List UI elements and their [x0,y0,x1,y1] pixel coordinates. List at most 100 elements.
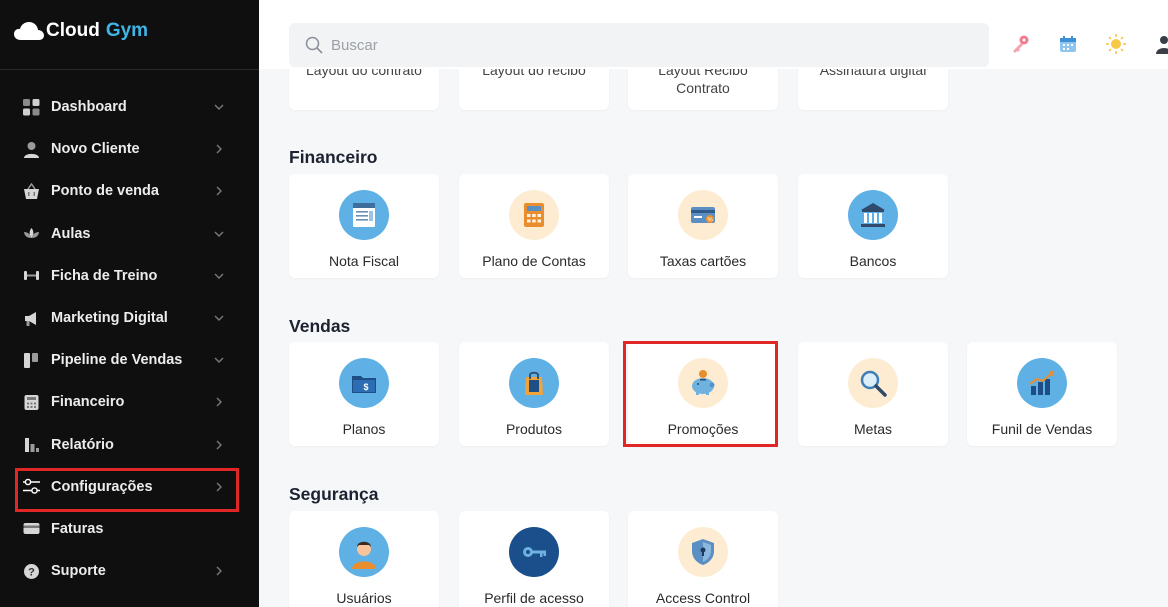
chevron-right-icon [216,482,222,492]
card-label: Produtos [505,421,563,437]
sidebar-nav: Dashboard Novo Cliente Ponto de venda Au… [0,86,259,592]
key-icon[interactable] [1009,33,1031,55]
user-profile-icon[interactable] [1153,33,1168,55]
card-usuarios[interactable]: Usuários [289,511,439,607]
sidebar: Cloud Gym Dashboard Novo Cliente Ponto d… [0,0,259,607]
card-plano-de-contas[interactable]: Plano de Contas [459,174,609,278]
app-logo[interactable]: Cloud Gym [14,20,148,42]
card-taxas-cartoes[interactable]: % Taxas cartões [628,174,778,278]
chevron-down-icon [214,231,224,237]
card-nota-fiscal[interactable]: Nota Fiscal [289,174,439,278]
sliders-icon [22,478,40,496]
card-access-control[interactable]: Access Control [628,511,778,607]
search-bar[interactable] [289,23,989,67]
sidebar-item-configuracoes[interactable]: Configurações [0,466,259,512]
user-icon [22,140,40,158]
calculator-icon [22,393,40,411]
card-fees-icon: % [678,190,728,240]
sidebar-item-label: Novo Cliente [51,141,140,158]
card-planos[interactable]: $ Planos [289,342,439,446]
card-label: Nota Fiscal [328,253,400,269]
svg-text:?: ? [28,566,35,578]
section-title-seguranca: Segurança [289,484,379,504]
section-title-vendas: Vendas [289,316,351,336]
shopping-bag-icon [509,358,559,408]
cloud-icon [14,22,44,40]
card-perfil-de-acesso[interactable]: Perfil de acesso [459,511,609,607]
calendar-icon[interactable] [1057,33,1079,55]
megaphone-icon [22,309,40,327]
sidebar-item-dashboard[interactable]: Dashboard [0,86,259,128]
sidebar-item-relatorio[interactable]: Relatório [0,424,259,466]
sidebar-item-label: Suporte [51,563,106,580]
chevron-right-icon [216,566,222,576]
sidebar-item-novo-cliente[interactable]: Novo Cliente [0,128,259,170]
chevron-down-icon [214,357,224,364]
section-title-financeiro: Financeiro [289,147,378,167]
card-layout-do-recibo[interactable]: Layout do recibo [459,69,609,110]
brand-word-1: Cloud [46,20,100,41]
sidebar-item-suporte[interactable]: ? Suporte [0,550,259,592]
svg-text:$: $ [363,382,368,392]
chevron-right-icon [216,186,222,196]
sidebar-item-faturas[interactable]: Faturas [0,508,259,550]
card-bancos[interactable]: Bancos [798,174,948,278]
chevron-right-icon [216,144,222,154]
card-metas[interactable]: Metas [798,342,948,446]
card-label: Promoções [667,421,739,437]
top-header [259,0,1168,69]
lotus-icon [22,225,40,243]
help-icon: ? [22,562,40,580]
chevron-right-icon [216,397,222,407]
card-assinatura-digital[interactable]: Assinatura digital [798,69,948,110]
sidebar-item-marketing-digital[interactable]: Marketing Digital [0,297,259,339]
card-label: Access Control [655,590,751,606]
sidebar-item-pipeline-de-vendas[interactable]: Pipeline de Vendas [0,339,259,381]
sidebar-item-ponto-de-venda[interactable]: Ponto de venda [0,170,259,212]
sidebar-item-financeiro[interactable]: Financeiro [0,381,259,423]
search-input[interactable] [331,36,931,54]
sidebar-divider [0,69,259,70]
svg-text:%: % [707,218,713,224]
card-funil-de-vendas[interactable]: Funil de Vendas [967,342,1117,446]
card-layout-do-contrato[interactable]: Layout do contrato [289,69,439,110]
bar-chart-icon [22,436,40,454]
card-label: Funil de Vendas [991,421,1093,437]
card-label: Planos [342,421,386,437]
key-icon [509,527,559,577]
card-label: Layout do contrato [306,69,422,78]
main-content: Layout do contrato Layout do recibo Layo… [259,69,1168,607]
basket-icon [22,182,40,200]
sidebar-item-label: Ficha de Treino [51,267,158,284]
piggy-bank-icon [678,358,728,408]
bank-icon [848,190,898,240]
card-label: Layout do recibo [482,69,586,78]
shield-lock-icon [678,527,728,577]
card-label: Bancos [849,253,897,269]
user-avatar-icon [339,527,389,577]
card-label: Assinatura digital [819,69,927,78]
sidebar-item-label: Financeiro [51,394,125,411]
sidebar-item-label: Marketing Digital [51,310,168,327]
sidebar-item-aulas[interactable]: Aulas [0,213,259,255]
sidebar-item-label: Ponto de venda [51,183,159,200]
card-layout-recibo-contrato[interactable]: Layout Recibo Contrato [628,69,778,110]
sidebar-item-label: Configurações [51,478,153,495]
growth-chart-icon [1017,358,1067,408]
sidebar-item-label: Relatório [51,436,114,453]
sidebar-item-label: Aulas [51,225,91,242]
sidebar-item-ficha-de-treino[interactable]: Ficha de Treino [0,255,259,297]
chevron-down-icon [214,273,224,279]
pipeline-icon [22,351,40,369]
calculator-icon [509,190,559,240]
sun-icon[interactable] [1105,33,1127,55]
chevron-right-icon [216,440,222,450]
magnifier-icon [848,358,898,408]
folder-icon: $ [339,358,389,408]
card-produtos[interactable]: Produtos [459,342,609,446]
brand-word-2: Gym [105,20,149,41]
card-promocoes[interactable]: Promoções [628,342,778,446]
dumbbell-icon [22,267,40,285]
card-label: Plano de Contas [482,253,586,269]
card-label: Taxas cartões [659,253,747,269]
